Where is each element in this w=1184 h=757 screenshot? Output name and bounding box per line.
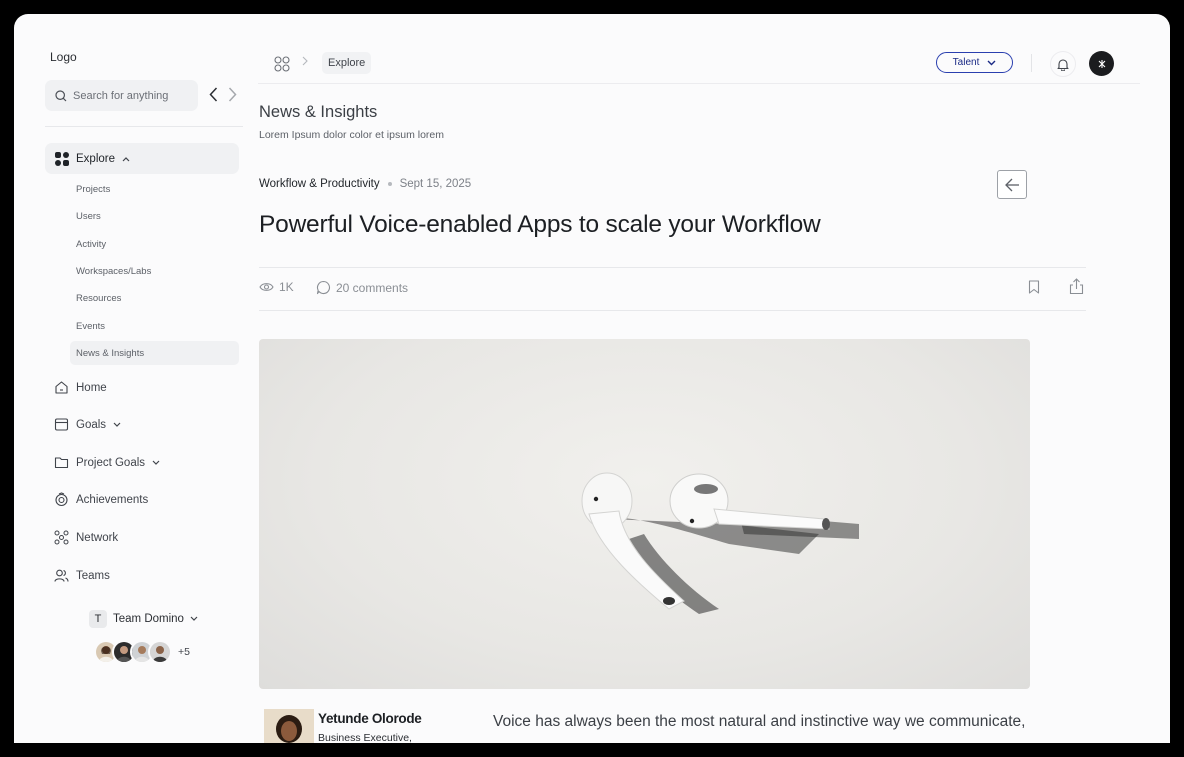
article-hero-image <box>259 339 1030 689</box>
more-members-count[interactable]: +5 <box>178 646 190 658</box>
sidebar-item-label: Home <box>76 381 107 394</box>
notifications-button[interactable] <box>1050 51 1076 77</box>
logo: Logo <box>50 50 77 64</box>
user-avatar[interactable] <box>1089 51 1114 76</box>
sidebar-item-label: Achievements <box>76 493 149 506</box>
chevron-left-icon[interactable] <box>209 87 218 107</box>
article-meta: Workflow & Productivity Sept 15, 2025 <box>259 178 471 190</box>
views-count: 1K <box>259 280 294 294</box>
chevron-right-icon[interactable] <box>228 87 237 107</box>
author-photo <box>264 709 314 743</box>
sidebar-subitem-events[interactable]: Events <box>76 321 105 332</box>
sidebar: Logo Explore <box>14 14 258 743</box>
sidebar-item-label: Network <box>76 531 119 544</box>
comments-link[interactable]: 20 comments <box>316 280 408 295</box>
chevron-down-icon <box>152 460 160 465</box>
views-value: 1K <box>279 280 294 294</box>
divider <box>259 310 1086 311</box>
sidebar-item-label: Explore <box>76 152 115 165</box>
page-subtitle: Lorem Ipsum dolor color et ipsum lorem <box>259 129 444 141</box>
comments-value: 20 comments <box>336 280 409 295</box>
article-category[interactable]: Workflow & Productivity <box>259 178 380 190</box>
chevron-up-icon <box>122 156 130 161</box>
team-initial: T <box>89 610 107 628</box>
history-nav <box>209 87 237 107</box>
sidebar-divider <box>45 126 243 127</box>
sidebar-item-achievements[interactable]: Achievements <box>54 492 148 507</box>
eye-icon <box>259 283 274 291</box>
sidebar-item-project-goals[interactable]: Project Goals <box>54 455 160 470</box>
user-logo-icon <box>1098 59 1105 68</box>
search-box[interactable] <box>45 80 198 111</box>
meta-separator <box>387 182 392 186</box>
earbuds-illustration <box>581 472 859 614</box>
sidebar-subitem-activity[interactable]: Activity <box>76 239 106 250</box>
badge-icon <box>55 492 68 507</box>
folder-icon <box>54 457 69 469</box>
chevron-down-icon <box>190 616 198 621</box>
arrow-left-icon <box>1005 178 1019 191</box>
author-name[interactable]: Yetunde Olorode <box>318 711 422 726</box>
chevron-down-icon <box>113 422 121 427</box>
breadcrumb-separator-icon <box>302 56 308 69</box>
sidebar-item-explore[interactable]: Explore <box>45 143 239 174</box>
sidebar-subitem-workspaces[interactable]: Workspaces/Labs <box>76 266 151 277</box>
bookmark-icon[interactable] <box>1028 280 1040 299</box>
bell-icon <box>1057 58 1069 71</box>
sidebar-subitem-news-insights[interactable]: News & Insights <box>70 341 239 365</box>
sidebar-item-home[interactable]: Home <box>54 380 107 395</box>
team-switcher[interactable]: T Team Domino <box>89 610 198 628</box>
home-icon <box>55 381 68 394</box>
sidebar-item-label: Project Goals <box>76 456 146 469</box>
search-input[interactable] <box>73 89 191 102</box>
author-role: Business Executive, <box>318 732 412 743</box>
article-headline: Powerful Voice-enabled Apps to scale you… <box>259 211 821 238</box>
article-body: Voice has always been the most natural a… <box>493 713 1026 730</box>
article-date: Sept 15, 2025 <box>399 178 472 190</box>
app-window: Logo Explore <box>14 14 1170 743</box>
comment-icon <box>316 280 330 295</box>
back-button[interactable] <box>997 170 1027 199</box>
topbar-divider <box>1031 54 1032 72</box>
role-switch-label: Talent <box>952 57 980 68</box>
sidebar-item-goals[interactable]: Goals <box>54 417 121 432</box>
page-title: News & Insights <box>259 103 378 121</box>
divider <box>259 267 1086 268</box>
sidebar-subitem-resources[interactable]: Resources <box>76 293 121 304</box>
grid-icon <box>55 151 69 166</box>
avatar <box>148 640 172 664</box>
sidebar-subitem-projects[interactable]: Projects <box>76 184 110 195</box>
breadcrumb[interactable]: Explore <box>322 52 372 74</box>
share-icon[interactable] <box>1069 278 1084 300</box>
chevron-down-icon <box>987 60 996 65</box>
sidebar-item-teams[interactable]: Teams <box>54 568 110 583</box>
topbar: Explore Talent <box>258 14 1140 84</box>
sidebar-subitem-users[interactable]: Users <box>76 211 101 222</box>
apps-icon[interactable] <box>274 56 290 77</box>
network-icon <box>54 530 69 545</box>
sidebar-item-label: Goals <box>76 418 107 431</box>
search-icon <box>55 89 67 101</box>
sidebar-item-label: Teams <box>76 569 110 582</box>
users-icon <box>54 569 69 582</box>
team-avatars[interactable]: +5 <box>94 640 190 664</box>
sidebar-item-network[interactable]: Network <box>54 530 118 545</box>
role-switch-button[interactable]: Talent <box>936 52 1013 73</box>
calendar-icon <box>54 418 69 431</box>
team-name: Team Domino <box>113 613 184 625</box>
